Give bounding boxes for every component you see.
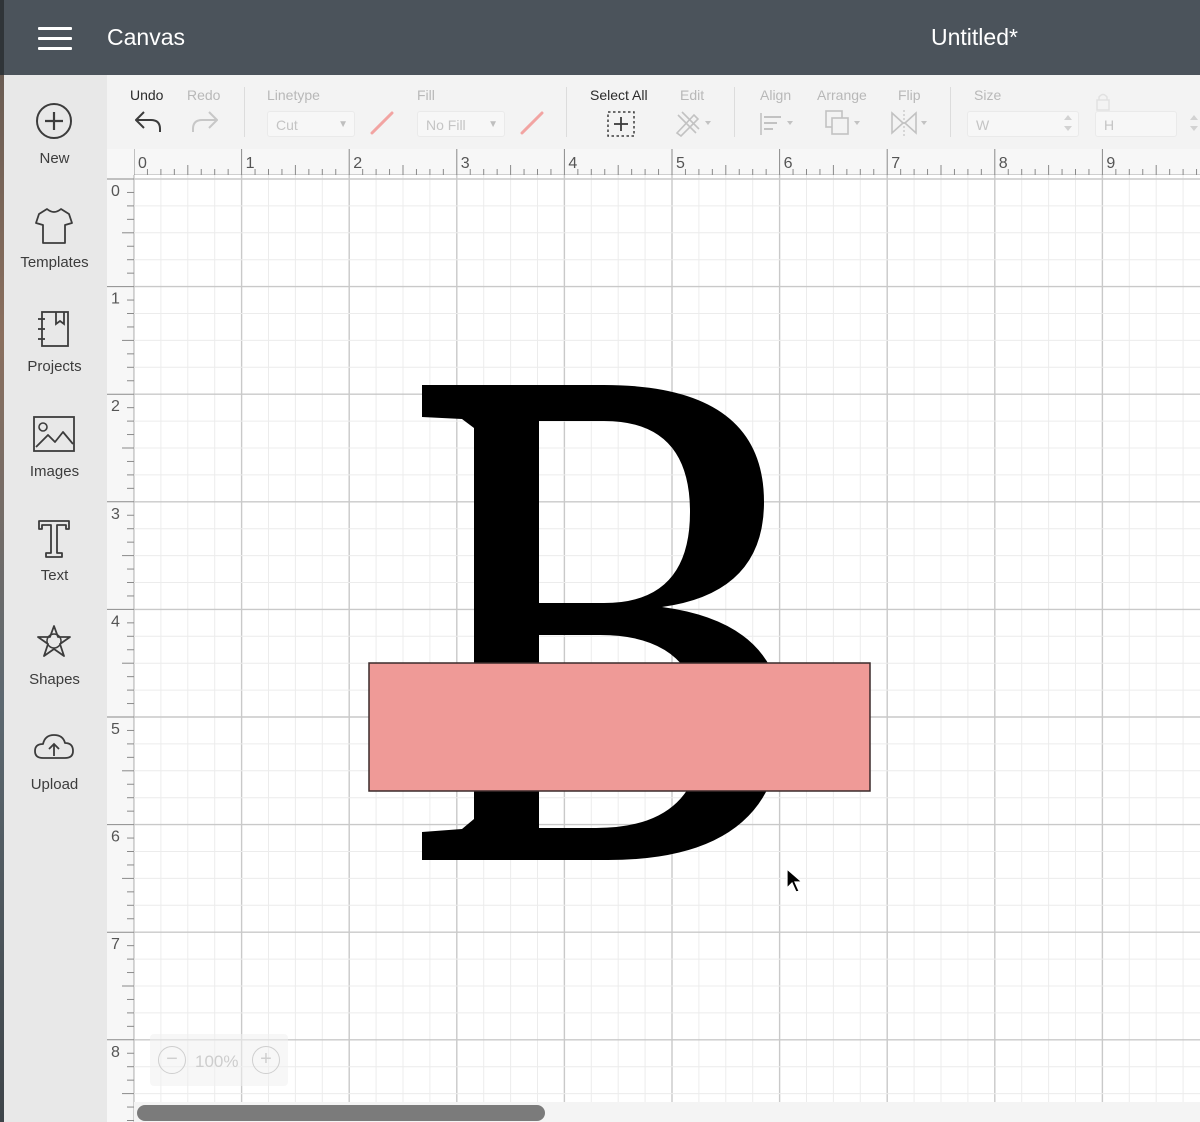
- shapes-icon: [37, 625, 71, 657]
- sidebar-item-images[interactable]: Images: [4, 415, 107, 511]
- app-title: Canvas: [107, 24, 185, 50]
- sidebar-item-templates[interactable]: Templates: [4, 206, 107, 302]
- chevron-down-icon: ▼: [488, 119, 498, 130]
- height-field-label: H: [1104, 117, 1115, 133]
- text-T-icon: [38, 520, 70, 558]
- vertical-ruler-ticks: 0 1 2 3 4 5 6 7 8: [107, 178, 134, 1121]
- sidebar-item-new[interactable]: New: [4, 102, 107, 198]
- pink-rectangle-shape[interactable]: [368, 662, 871, 792]
- image-icon: [33, 416, 75, 452]
- linetype-color-swatch-icon[interactable]: [368, 109, 396, 137]
- height-stepper-icon[interactable]: [1188, 112, 1200, 134]
- redo-icon[interactable]: [190, 109, 220, 135]
- mouse-cursor-icon: [786, 868, 804, 893]
- letter-b-shape-layer: [368, 385, 871, 860]
- width-field-label: W: [976, 117, 990, 133]
- fill-label: Fill: [417, 87, 435, 103]
- horizontal-ruler-ticks: 0 1 2 3 4 5 6 7 8 9: [133, 149, 1198, 175]
- zoom-level: 100%: [195, 1052, 239, 1071]
- ruler-label: 6: [784, 155, 793, 172]
- ruler-label: 5: [676, 155, 685, 172]
- ruler-label: 4: [568, 155, 577, 172]
- align-left-icon[interactable]: [759, 111, 799, 137]
- toolbar-separator: [244, 87, 245, 137]
- select-all-icon[interactable]: [607, 111, 635, 137]
- zoom-control: − 100% +: [150, 1034, 288, 1086]
- flip-label: Flip: [898, 87, 921, 103]
- arrange-label: Arrange: [817, 87, 867, 103]
- fill-select[interactable]: No Fill ▼: [417, 111, 505, 137]
- sidebar-item-label: Projects: [27, 358, 82, 375]
- edit-label: Edit: [680, 87, 705, 103]
- redo-label: Redo: [187, 87, 221, 103]
- cloud-upload-icon: [34, 734, 74, 759]
- zoom-in-button[interactable]: +: [252, 1046, 280, 1074]
- flip-icon[interactable]: [889, 109, 933, 137]
- design-canvas[interactable]: [134, 175, 1200, 1122]
- sidebar-item-label: Upload: [30, 776, 79, 793]
- notebook-icon: [38, 311, 69, 347]
- ruler-label: 0: [138, 155, 147, 172]
- edit-tools-icon[interactable]: [674, 109, 714, 137]
- linetype-value: Cut: [276, 117, 298, 133]
- sidebar-item-label: Templates: [20, 254, 89, 271]
- ruler-label: 1: [246, 155, 255, 172]
- sidebar-item-shapes[interactable]: Shapes: [4, 623, 107, 719]
- tshirt-icon: [35, 208, 73, 244]
- toolbar-separator: [566, 87, 567, 137]
- fill-value: No Fill: [426, 117, 466, 133]
- ruler-label: 9: [1106, 155, 1115, 172]
- toolbar-separator: [734, 87, 735, 137]
- ruler-label: 7: [111, 936, 120, 953]
- ruler-label: 8: [111, 1044, 120, 1061]
- lock-proportions-icon[interactable]: [1092, 91, 1114, 113]
- ruler-label: 8: [999, 155, 1008, 172]
- arrange-layers-icon[interactable]: [824, 109, 868, 137]
- ruler-label: 4: [111, 613, 120, 630]
- ruler-label: 2: [111, 398, 120, 415]
- undo-icon[interactable]: [133, 109, 163, 135]
- linetype-label: Linetype: [267, 87, 320, 103]
- sidebar-item-upload[interactable]: Upload: [4, 728, 107, 824]
- left-sidebar: New Templates Projects Images Text Shape…: [4, 75, 107, 1122]
- select-all-label: Select All: [590, 87, 648, 103]
- hamburger-menu-icon[interactable]: [38, 27, 72, 51]
- ruler-label: 6: [111, 829, 120, 846]
- ruler-corner: [107, 149, 134, 175]
- sidebar-item-label: Shapes: [29, 671, 80, 688]
- undo-label: Undo: [130, 87, 164, 103]
- align-label: Align: [760, 87, 792, 103]
- sidebar-item-label: New: [39, 150, 70, 167]
- horizontal-ruler: 0 1 2 3 4 5 6 7 8 9: [107, 149, 1200, 175]
- ruler-label: 0: [111, 183, 120, 200]
- linetype-select[interactable]: Cut ▼: [267, 111, 355, 137]
- ruler-label: 1: [111, 291, 120, 308]
- sidebar-item-label: Text: [40, 567, 69, 584]
- zoom-out-button[interactable]: −: [158, 1046, 186, 1074]
- ruler-label: 3: [461, 155, 470, 172]
- document-title[interactable]: Untitled*: [931, 24, 1018, 51]
- toolbar-separator: [950, 87, 951, 137]
- ruler-label: 3: [111, 506, 120, 523]
- sidebar-item-label: Images: [29, 463, 80, 480]
- fill-color-swatch-icon[interactable]: [518, 109, 546, 137]
- ruler-label: 7: [891, 155, 900, 172]
- horizontal-scrollbar-thumb[interactable]: [137, 1105, 545, 1121]
- top-header: Canvas Untitled*: [0, 0, 1200, 75]
- ruler-label: 2: [353, 155, 362, 172]
- top-toolbar: Undo Redo Linetype Cut ▼ Fill No Fill ▼ …: [107, 75, 1200, 149]
- chevron-down-icon: ▼: [338, 119, 348, 130]
- sidebar-item-projects[interactable]: Projects: [4, 310, 107, 406]
- sidebar-item-text[interactable]: Text: [4, 519, 107, 615]
- plus-circle-icon: [36, 103, 72, 139]
- size-height-input[interactable]: H: [1095, 111, 1177, 137]
- size-label: Size: [974, 87, 1002, 103]
- vertical-ruler: 0 1 2 3 4 5 6 7 8: [107, 175, 134, 1122]
- header-edge: [0, 0, 4, 75]
- width-stepper-icon[interactable]: [1062, 112, 1074, 134]
- ruler-label: 5: [111, 721, 120, 738]
